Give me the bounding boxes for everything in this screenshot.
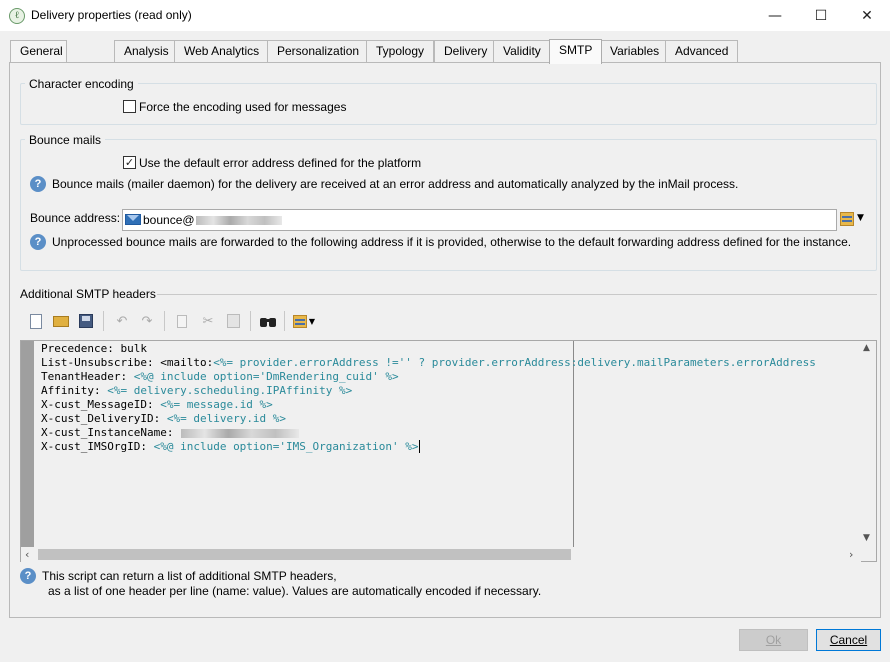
- ok-button[interactable]: Ok: [739, 629, 808, 651]
- editor-gutter: [21, 341, 34, 547]
- open-folder-icon[interactable]: [51, 311, 71, 331]
- editor-toolbar: ↶ ↷ ✂ ▼: [20, 307, 877, 335]
- bounce-address-value: bounce@: [143, 213, 195, 227]
- tab-general[interactable]: General: [10, 40, 67, 63]
- text-cursor: [418, 440, 420, 453]
- address-dropdown-icon[interactable]: ▼: [857, 213, 864, 223]
- use-default-label: Use the default error address defined fo…: [139, 156, 422, 170]
- toolbar-separator: [164, 311, 165, 331]
- script-info-line1: This script can return a list of additio…: [42, 569, 337, 583]
- code-text[interactable]: Precedence: bulk List-Unsubscribe: <mailt…: [41, 342, 816, 454]
- redacted-domain: [195, 216, 282, 226]
- cut-icon[interactable]: ✂: [198, 311, 218, 331]
- vertical-scrollbar[interactable]: ▲ ▼: [859, 341, 876, 547]
- address-book-icon[interactable]: [840, 212, 854, 226]
- horizontal-scrollbar[interactable]: ‹ ›: [21, 547, 861, 562]
- save-icon[interactable]: [76, 311, 96, 331]
- code-line: Affinity: <%= delivery.scheduling.IPAffi…: [41, 384, 353, 397]
- redo-icon[interactable]: ↷: [137, 311, 157, 331]
- find-icon[interactable]: [258, 311, 278, 331]
- force-encoding-label: Force the encoding used for messages: [139, 100, 347, 114]
- code-line: X-cust_DeliveryID: <%= delivery.id %>: [41, 412, 287, 425]
- info-icon: ?: [30, 176, 46, 192]
- toolbar-separator: [103, 311, 104, 331]
- scroll-up-icon[interactable]: ▲: [863, 343, 870, 353]
- scroll-left-icon[interactable]: ‹: [25, 548, 29, 561]
- horizontal-scroll-thumb[interactable]: [38, 549, 571, 560]
- bounce-info-text: Bounce mails (mailer daemon) for the del…: [52, 177, 739, 191]
- code-line: TenantHeader: <%@ include option='DmRend…: [41, 370, 399, 383]
- bounce-address-input[interactable]: bounce@: [122, 209, 837, 231]
- scroll-right-icon[interactable]: ›: [849, 548, 853, 561]
- new-file-icon[interactable]: [26, 311, 46, 331]
- tab-typology[interactable]: Typology: [366, 40, 435, 63]
- tab-personalization[interactable]: Personalization: [267, 40, 370, 63]
- code-line: X-cust_InstanceName:: [41, 426, 816, 440]
- paste-icon[interactable]: [223, 311, 243, 331]
- insert-menu-icon[interactable]: ▼: [290, 311, 318, 331]
- code-line: X-cust_MessageID: <%= message.id %>: [41, 398, 273, 411]
- toolbar-separator: [284, 311, 285, 331]
- tab-validity[interactable]: Validity: [493, 40, 551, 63]
- redacted-value: [181, 428, 300, 438]
- window-title: Delivery properties (read only): [31, 8, 192, 22]
- character-encoding-title: Character encoding: [25, 77, 138, 91]
- forward-info-text: Unprocessed bounce mails are forwarded t…: [52, 235, 852, 249]
- minimize-button[interactable]: —: [752, 0, 798, 31]
- tab-variables[interactable]: Variables: [600, 40, 670, 63]
- maximize-button[interactable]: ☐: [798, 0, 844, 31]
- tab-analysis[interactable]: Analysis: [114, 40, 179, 63]
- info-icon: ?: [20, 568, 36, 584]
- bounce-address-label: Bounce address:: [30, 211, 121, 225]
- toolbar-separator: [250, 311, 251, 331]
- tab-smtp[interactable]: SMTP: [549, 39, 603, 64]
- title-bar: ℓ Delivery properties (read only) — ☐ ✕: [0, 0, 890, 31]
- scroll-down-icon[interactable]: ▼: [863, 533, 870, 543]
- code-line: X-cust_IMSOrgID: <%@ include option='IMS…: [41, 440, 420, 453]
- smtp-headers-title: Additional SMTP headers: [20, 287, 156, 301]
- info-icon: ?: [30, 234, 46, 250]
- smtp-headers-editor[interactable]: Precedence: bulk List-Unsubscribe: <mailt…: [20, 340, 877, 562]
- section-divider: [157, 294, 877, 295]
- undo-icon[interactable]: ↶: [112, 311, 132, 331]
- bounce-mails-title: Bounce mails: [25, 133, 106, 147]
- cancel-button[interactable]: Cancel: [816, 629, 881, 651]
- tab-web-analytics[interactable]: Web Analytics: [174, 40, 270, 63]
- code-line: List-Unsubscribe: <mailto:<%= provider.e…: [41, 356, 816, 369]
- app-icon: ℓ: [9, 8, 25, 24]
- code-line: Precedence: bulk: [41, 342, 147, 355]
- copy-icon[interactable]: [172, 311, 192, 331]
- use-default-checkbox[interactable]: ✓: [123, 156, 136, 169]
- email-icon: [125, 214, 141, 225]
- tab-delivery[interactable]: Delivery: [434, 40, 498, 63]
- close-button[interactable]: ✕: [844, 0, 890, 31]
- force-encoding-checkbox[interactable]: [123, 100, 136, 113]
- script-info-line2: as a list of one header per line (name: …: [48, 584, 542, 598]
- tab-advanced[interactable]: Advanced: [665, 40, 739, 63]
